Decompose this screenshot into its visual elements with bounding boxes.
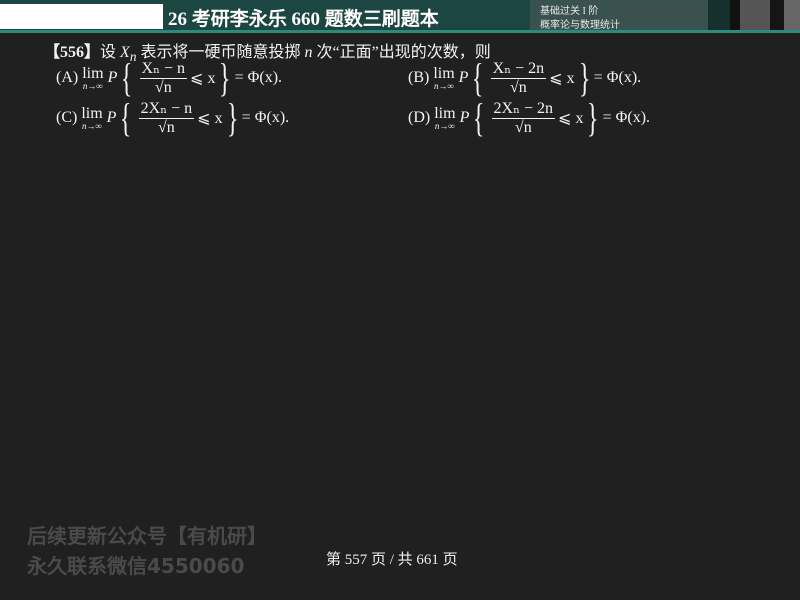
header-strip	[770, 0, 784, 31]
section-label: 基础过关 I 阶	[540, 6, 599, 17]
watermark-line2: 永久联系微信4550060	[27, 554, 245, 578]
option-c: (C) lim n→∞ P{ 2Xₙ − n √n ⩽ x} = Φ(x).	[56, 95, 290, 140]
header-strip	[730, 0, 740, 31]
header-blank	[0, 4, 163, 29]
page-number: 第 557 页 / 共 661 页	[326, 552, 458, 568]
header-rule	[0, 30, 800, 33]
subject-label: 概率论与数理统计	[540, 20, 620, 31]
watermark-line1: 后续更新公众号【有机研】	[27, 524, 267, 548]
header-strip	[740, 0, 770, 31]
option-a: (A) lim n→∞ P{ Xₙ − n √n ⩽ x} = Φ(x).	[56, 55, 283, 100]
option-b: (B) lim n→∞ P{ Xₙ − 2n √n ⩽ x} = Φ(x).	[408, 55, 642, 100]
option-d: (D) lim n→∞ P{ 2Xₙ − 2n √n ⩽ x} = Φ(x).	[408, 95, 651, 140]
book-title: 26 考研李永乐 660 题数三刷题本	[168, 9, 439, 30]
header-strip	[708, 0, 730, 31]
header-strip	[784, 0, 800, 31]
